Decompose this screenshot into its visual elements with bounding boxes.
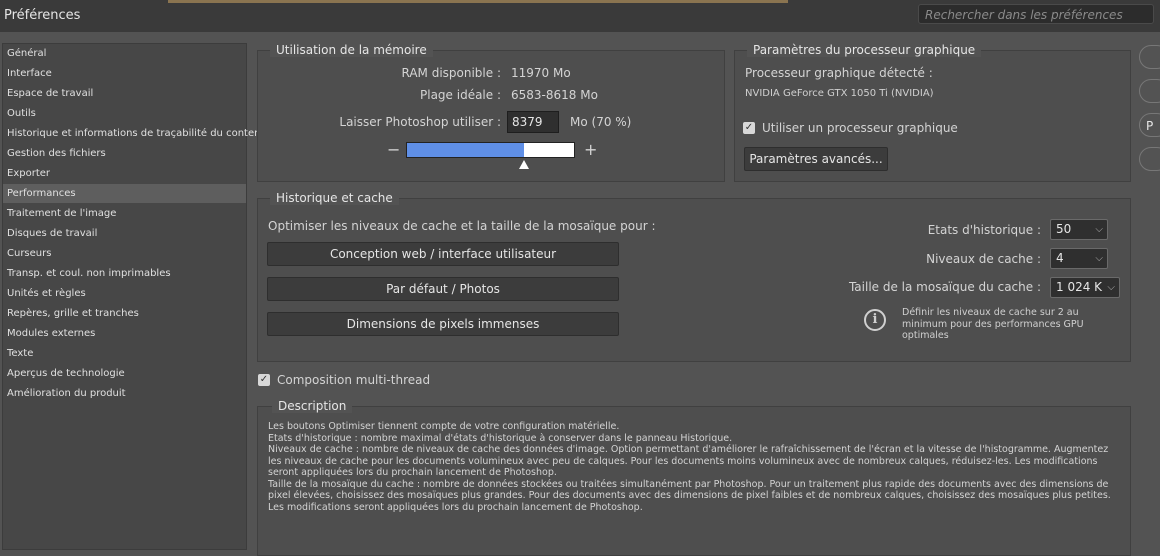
sidebar-item[interactable]: Historique et informations de traçabilit… — [3, 124, 267, 143]
memory-panel-title: Utilisation de la mémoire — [270, 43, 433, 57]
sidebar-item[interactable]: Interface — [3, 64, 246, 83]
sidebar-item[interactable]: Aperçus de technologie — [3, 364, 246, 383]
info-line: Définir les niveaux de cache sur 2 au — [902, 307, 1079, 318]
ideal-range-label: Plage idéale : — [420, 88, 501, 102]
ok-button[interactable] — [1139, 45, 1160, 69]
gpu-panel-title: Paramètres du processeur graphique — [747, 43, 982, 57]
sidebar-item[interactable]: Unités et règles — [3, 284, 246, 303]
sidebar-item[interactable]: Disques de travail — [3, 224, 246, 243]
plus-icon[interactable]: + — [584, 140, 597, 159]
ram-label: RAM disponible : — [401, 66, 501, 80]
sidebar-item[interactable]: Outils — [3, 104, 246, 123]
cancel-button[interactable] — [1139, 79, 1160, 103]
chevron-down-icon: ⌵ — [1095, 224, 1103, 235]
sidebar-item[interactable]: Repères, grille et tranches — [3, 304, 246, 323]
sidebar-item[interactable]: Modules externes — [3, 324, 246, 343]
sidebar-item[interactable]: Transp. et coul. non imprimables — [3, 264, 246, 283]
use-gpu-checkbox[interactable]: ✓ — [743, 122, 755, 134]
photoshop-usage-label: Laisser Photoshop utiliser : — [339, 115, 501, 129]
cache-tile-size-label: Taille de la mosaïque du cache : — [848, 280, 1041, 294]
sidebar-item[interactable]: Gestion des fichiers — [3, 144, 246, 163]
info-line: minimum pour des performances GPU — [902, 318, 1084, 330]
info-text: Définir les niveaux de cache sur 2 au mi… — [902, 307, 1084, 342]
memory-slider-handle[interactable] — [518, 160, 529, 169]
sidebar-item[interactable]: Espace de travail — [3, 84, 246, 103]
background-image-strip — [168, 0, 788, 3]
info-line: optimales — [902, 330, 949, 341]
memory-slider-fill — [407, 143, 524, 157]
cache-tile-size-value: 1 024 K — [1056, 280, 1103, 294]
sidebar: Général Interface Espace de travail Outils H… — [2, 43, 267, 550]
memory-usage-unit: Mo (70 %) — [570, 115, 632, 129]
history-states-select[interactable]: 50 ⌵ — [1050, 219, 1108, 240]
description-text: Les boutons Optimiser tiennent compte de… — [268, 421, 1118, 513]
advanced-settings-button[interactable]: Paramètres avancés... — [744, 147, 888, 171]
next-button[interactable] — [1139, 147, 1160, 171]
history-states-label: Etats d'historique : — [927, 223, 1041, 237]
info-icon: i — [864, 309, 886, 331]
window-title: Préférences — [4, 8, 81, 23]
search-input[interactable]: Rechercher dans les préférences — [918, 4, 1154, 24]
history-states-value: 50 — [1056, 222, 1072, 236]
previous-button[interactable]: P — [1139, 113, 1160, 137]
description-line: Les boutons Optimiser tiennent compte de… — [268, 421, 620, 432]
description-title: Description — [272, 399, 353, 413]
memory-slider-track[interactable] — [406, 142, 575, 158]
sidebar-item[interactable]: Amélioration du produit — [3, 384, 246, 403]
cache-levels-value: 4 — [1056, 251, 1064, 265]
multithread-label: Composition multi-thread — [277, 373, 431, 387]
ram-value: 11970 Mo — [511, 66, 571, 80]
chevron-down-icon: ⌵ — [1107, 282, 1115, 293]
description-line: Etats d'historique : nombre maximal d'ét… — [268, 432, 733, 444]
multithread-checkbox[interactable]: ✓ — [258, 374, 270, 386]
description-line: Taille de la mosaïque du cache : nombre … — [268, 478, 1111, 513]
cache-tile-size-select[interactable]: 1 024 K ⌵ — [1050, 277, 1120, 298]
minus-icon[interactable]: − — [387, 140, 400, 159]
sidebar-item[interactable]: Exporter — [3, 164, 246, 183]
chevron-down-icon: ⌵ — [1095, 253, 1103, 264]
optimize-huge-pixels-button[interactable]: Dimensions de pixels immenses — [267, 312, 619, 336]
gpu-detected-label: Processeur graphique détecté : — [745, 66, 933, 80]
gpu-detected-value: NVIDIA GeForce GTX 1050 Ti (NVIDIA) — [745, 88, 934, 99]
description-line: Niveaux de cache : nombre de niveaux de … — [268, 444, 1109, 478]
sidebar-item[interactable]: Traitement de l'image — [3, 204, 246, 223]
optimize-label: Optimiser les niveaux de cache et la tai… — [268, 219, 656, 233]
sidebar-item[interactable]: Général — [3, 44, 246, 63]
optimize-web-ui-button[interactable]: Conception web / interface utilisateur — [267, 242, 619, 266]
ideal-range-value: 6583-8618 Mo — [511, 88, 598, 102]
cache-levels-select[interactable]: 4 ⌵ — [1050, 248, 1108, 269]
sidebar-item[interactable]: Texte — [3, 344, 246, 363]
sidebar-item[interactable]: Performances — [3, 184, 246, 203]
use-gpu-label: Utiliser un processeur graphique — [762, 121, 958, 135]
memory-usage-field[interactable]: 8379 — [507, 111, 559, 133]
history-cache-title: Historique et cache — [270, 191, 399, 205]
optimize-default-photos-button[interactable]: Par défaut / Photos — [267, 277, 619, 301]
cache-levels-label: Niveaux de cache : — [926, 252, 1041, 266]
sidebar-item[interactable]: Curseurs — [3, 244, 246, 263]
